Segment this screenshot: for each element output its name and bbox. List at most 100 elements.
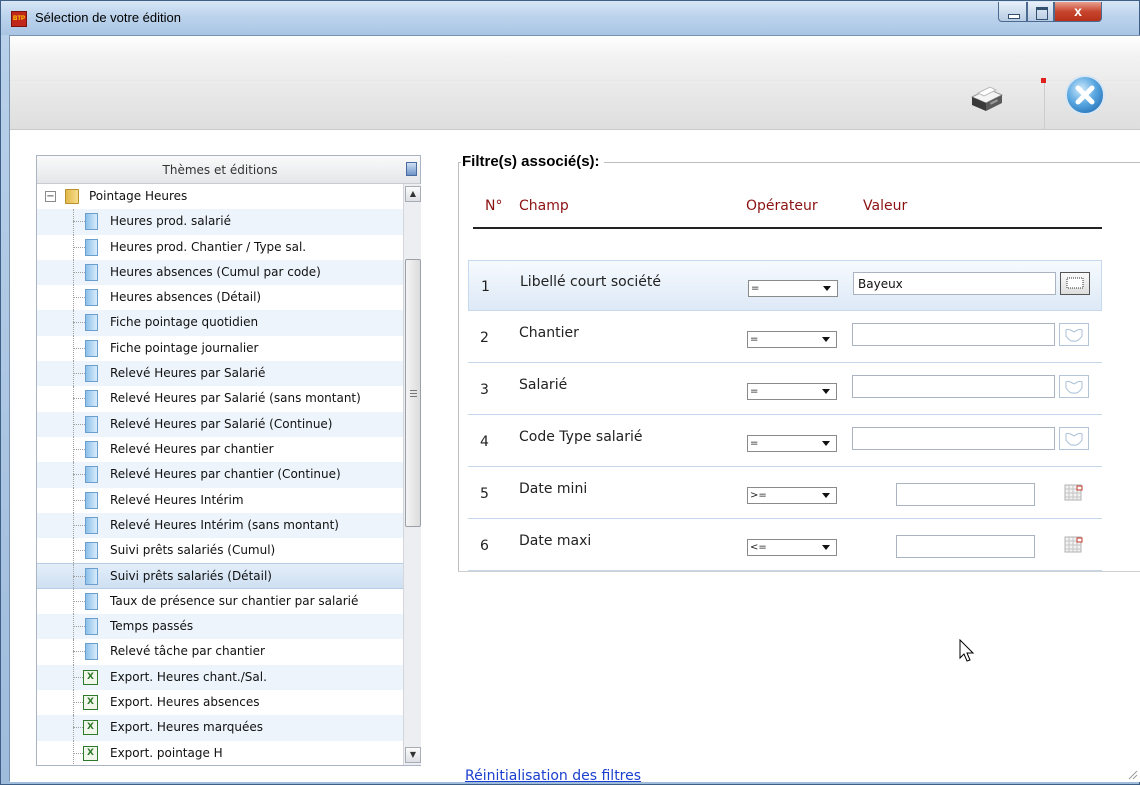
- app-logo-icon: BTP: [11, 11, 27, 27]
- lookup-button[interactable]: [1059, 427, 1089, 450]
- tree-connector: [73, 448, 85, 450]
- tree-connector: [73, 221, 85, 223]
- reset-filters-link[interactable]: Réinitialisation des filtres: [465, 768, 641, 784]
- tree-item[interactable]: Fiche pointage journalier: [37, 335, 403, 362]
- scroll-down-button[interactable]: ▼: [405, 747, 421, 763]
- tree-item[interactable]: Relevé Heures par Salarié (sans montant): [37, 386, 403, 412]
- tree-item-label: Suivi prêts salariés (Détail): [110, 569, 272, 584]
- tree-connector: [73, 524, 85, 526]
- tree-item[interactable]: Suivi prêts salariés (Cumul): [37, 538, 403, 564]
- lookup-button[interactable]: [1059, 323, 1089, 346]
- minimize-button[interactable]: [998, 2, 1027, 22]
- tree-item-label: Relevé Heures par Salarié: [110, 366, 266, 381]
- tree-item[interactable]: Temps passés: [37, 614, 403, 640]
- report-document-icon: [85, 213, 98, 231]
- resize-grip-icon[interactable]: [1126, 768, 1138, 780]
- date-input[interactable]: [896, 483, 1035, 506]
- tree-item[interactable]: Relevé Heures par Salarié (Continue): [37, 411, 403, 437]
- filter-row: 5 Date mini >=: [468, 468, 1102, 519]
- date-input[interactable]: [896, 535, 1035, 558]
- report-document-icon: [85, 415, 98, 433]
- operator-value: =: [751, 283, 760, 294]
- tree-scrollbar[interactable]: ▲ ▼: [403, 184, 421, 765]
- tree-item-label: Relevé Heures par Salarié (sans montant): [110, 391, 361, 406]
- operator-select[interactable]: =: [747, 331, 837, 348]
- tree-item[interactable]: Relevé Heures par Salarié: [37, 361, 403, 387]
- filter-field-label: Salarié: [519, 377, 568, 393]
- tree-item-label: Relevé tâche par chantier: [110, 644, 265, 659]
- lookup-button[interactable]: [1059, 375, 1089, 398]
- tree-connector: [73, 576, 85, 578]
- print-button[interactable]: [966, 83, 1006, 115]
- operator-select[interactable]: =: [747, 435, 837, 452]
- operator-select[interactable]: <=: [747, 539, 837, 556]
- maximize-button[interactable]: [1027, 2, 1054, 22]
- filter-field-label: Date maxi: [519, 533, 592, 549]
- report-document-icon: [85, 592, 98, 610]
- column-chooser-icon[interactable]: [406, 162, 417, 176]
- filter-row: 6 Date maxi <=: [468, 520, 1102, 571]
- close-x-icon: x: [1074, 3, 1082, 19]
- tree-item[interactable]: X Export. Heures chant./Sal.: [37, 664, 403, 690]
- tree-node-pointage-heures[interactable]: − Pointage Heures: [37, 184, 403, 209]
- tree-item-label: Export. Heures absences: [110, 694, 260, 709]
- folder-icon: [65, 189, 79, 204]
- tree-item[interactable]: Fiche pointage quotidien: [37, 310, 403, 336]
- tree-connector: [73, 423, 85, 425]
- tree-item[interactable]: Relevé Heures Intérim: [37, 487, 403, 513]
- lookup-icon: [1065, 432, 1083, 446]
- calendar-icon[interactable]: [1063, 481, 1085, 503]
- scroll-up-button[interactable]: ▲: [405, 186, 421, 202]
- tree-item[interactable]: X Export. Heures marquées: [37, 715, 403, 741]
- tree-connector: [73, 398, 85, 400]
- report-document-icon: [85, 339, 98, 357]
- calendar-icon[interactable]: [1063, 533, 1085, 555]
- collapse-toggle-icon[interactable]: −: [45, 191, 56, 202]
- tree-item[interactable]: Heures absences (Cumul par code): [37, 259, 403, 286]
- value-input[interactable]: [852, 323, 1055, 346]
- title-bar[interactable]: BTP Sélection de votre édition x: [1, 1, 1139, 35]
- filter-row: 3 Salarié =: [468, 364, 1102, 415]
- tree-item[interactable]: Relevé Heures par chantier (Continue): [37, 462, 403, 488]
- tree-item[interactable]: Relevé Heures par chantier: [37, 436, 403, 463]
- tree-item-label: Taux de présence sur chantier par salari…: [110, 593, 359, 608]
- editions-tree-panel: Thèmes et éditions − Pointage Heures Heu…: [36, 155, 421, 766]
- scroll-thumb[interactable]: [405, 259, 421, 527]
- status-dot: [1041, 78, 1046, 83]
- operator-select[interactable]: =: [747, 383, 837, 400]
- tree-item[interactable]: Heures prod. salarié: [37, 209, 403, 235]
- tree-item[interactable]: Heures absences (Détail): [37, 285, 403, 311]
- toolbar-separator: [1044, 80, 1045, 130]
- window-close-button[interactable]: x: [1054, 2, 1102, 22]
- tree-item[interactable]: Suivi prêts salariés (Détail): [37, 563, 403, 589]
- tree-connector: [73, 322, 85, 324]
- tree-item[interactable]: X Export. pointage H: [37, 740, 403, 765]
- filter-number: 4: [480, 434, 489, 450]
- excel-export-icon: X: [83, 694, 98, 710]
- tree-item-label: Relevé Heures Intérim: [110, 492, 244, 507]
- tree-item-label: Suivi prêts salariés (Cumul): [110, 543, 276, 558]
- value-input[interactable]: [852, 427, 1055, 450]
- tree-item[interactable]: Heures prod. Chantier / Type sal.: [37, 234, 403, 260]
- tree-item-label: Relevé Heures par Salarié (Continue): [110, 416, 333, 431]
- tree-item[interactable]: Relevé Heures Intérim (sans montant): [37, 512, 403, 539]
- value-input[interactable]: [853, 272, 1056, 295]
- operator-select[interactable]: >=: [747, 487, 837, 504]
- operator-select[interactable]: =: [748, 280, 838, 297]
- report-document-icon: [85, 390, 98, 408]
- close-edition-button[interactable]: [1064, 74, 1106, 116]
- lookup-icon: [1065, 380, 1083, 394]
- tree-connector: [73, 600, 85, 602]
- printer-icon: [970, 86, 1004, 111]
- tree-header: Thèmes et éditions: [37, 156, 420, 184]
- lookup-button[interactable]: [1060, 272, 1090, 295]
- tree-item[interactable]: Relevé tâche par chantier: [37, 639, 403, 665]
- chevron-down-icon: [822, 493, 830, 498]
- report-document-icon: [85, 365, 98, 383]
- value-input[interactable]: [852, 375, 1055, 398]
- tree-item[interactable]: Taux de présence sur chantier par salari…: [37, 588, 403, 615]
- main-content: Thèmes et éditions − Pointage Heures Heu…: [10, 131, 1140, 784]
- tree-item[interactable]: X Export. Heures absences: [37, 689, 403, 716]
- report-document-icon: [85, 568, 98, 586]
- tree-connector: [73, 550, 85, 552]
